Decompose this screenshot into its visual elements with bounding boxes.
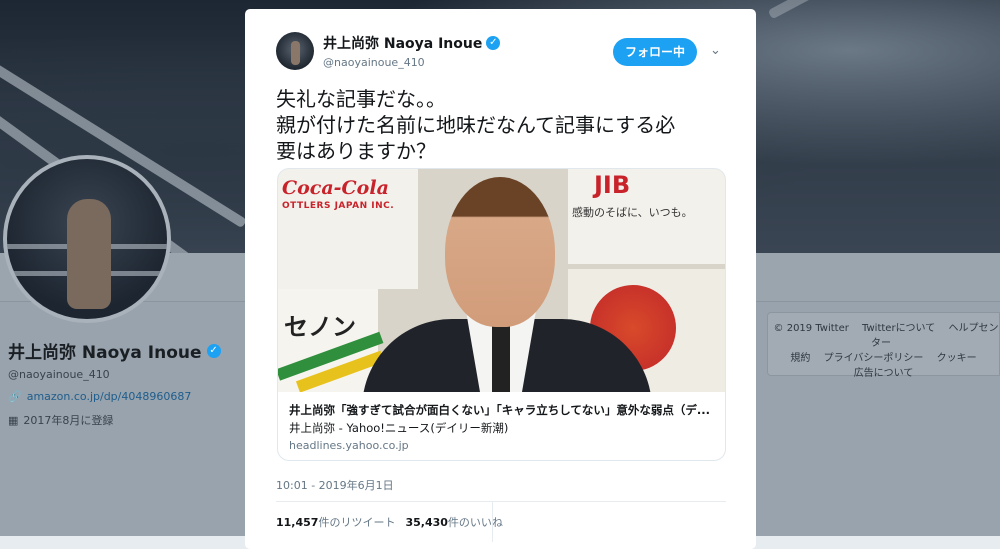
verified-icon: ✓	[486, 36, 500, 50]
tweet-author: 井上尚弥 Naoya Inoue ✓ @naoyainoue_410	[323, 33, 500, 69]
like-count-value: 35,430	[405, 516, 447, 529]
link-preview-description: 井上尚弥 - Yahoo!ニュース(デイリー新潮)	[289, 420, 508, 436]
stats-separator	[492, 502, 493, 542]
profile-avatar[interactable]	[3, 155, 171, 323]
tweet-text-line: 失礼な記事だな。。	[276, 86, 726, 112]
footer-link-privacy[interactable]: プライバシーポリシー	[824, 353, 924, 364]
link-preview-title: 井上尚弥「強すぎて試合が面白くない」「キャラ立ちしてない」意外な弱点（デ...	[289, 402, 714, 418]
link-icon: 🔗	[8, 390, 22, 403]
tweet-text-line: 親が付けた名前に地味だなんて記事にする必	[276, 112, 726, 138]
like-count[interactable]: 35,430件のいいね	[405, 514, 502, 530]
tweet-timestamp[interactable]: 10:01 - 2019年6月1日	[276, 477, 394, 493]
tweet-header: 井上尚弥 Naoya Inoue ✓ @naoyainoue_410	[276, 32, 500, 70]
link-preview-image: Coca-Cola OTTLERS JAPAN INC. JIB 感動のそばに、…	[278, 169, 725, 392]
footer-link-about[interactable]: Twitterについて	[862, 323, 935, 334]
chevron-down-icon[interactable]: ⌄	[710, 43, 721, 58]
profile-joined: 2017年8月に登録	[23, 412, 113, 428]
retweet-count-value: 11,457	[276, 516, 318, 529]
footer-link-terms[interactable]: 規約	[790, 353, 810, 364]
profile-link[interactable]: amazon.co.jp/dp/4048960687	[27, 390, 192, 403]
photo-text-senon: セノン	[284, 307, 356, 342]
tweet-author-name[interactable]: 井上尚弥 Naoya Inoue ✓	[323, 33, 500, 53]
tweet-stats: 11,457件のリツイート 35,430件のいいね	[276, 514, 503, 530]
photo-text-kando: 感動のそばに、いつも。	[572, 204, 693, 220]
footer-copyright: © 2019 Twitter	[774, 323, 849, 334]
tweet-card: 井上尚弥 Naoya Inoue ✓ @naoyainoue_410 フォロー中…	[245, 9, 756, 549]
divider	[276, 501, 726, 502]
profile-joined-row: ▦ 2017年8月に登録	[8, 412, 221, 428]
link-preview-domain: headlines.yahoo.co.jp	[289, 439, 409, 452]
profile-handle: @naoyainoue_410	[8, 368, 221, 381]
tweet-avatar[interactable]	[276, 32, 314, 70]
footer-link-ads[interactable]: 広告について	[854, 368, 914, 379]
profile-info: 井上尚弥 Naoya Inoue ✓ @naoyainoue_410 🔗 ama…	[8, 338, 221, 428]
link-preview-card[interactable]: Coca-Cola OTTLERS JAPAN INC. JIB 感動のそばに、…	[277, 168, 726, 461]
retweet-count-label: 件のリツイート	[318, 516, 395, 529]
photo-text-jib: JIB	[594, 171, 630, 199]
photo-text-bottlers: OTTLERS JAPAN INC.	[282, 201, 394, 211]
following-button[interactable]: フォロー中	[613, 38, 697, 66]
tweet-text: 失礼な記事だな。。 親が付けた名前に地味だなんて記事にする必 要はありますか？	[276, 86, 726, 164]
profile-name-text: 井上尚弥 Naoya Inoue	[8, 338, 202, 363]
footer-links: © 2019 Twitter Twitterについて ヘルプセンター 規約 プラ…	[767, 312, 1000, 376]
verified-icon: ✓	[207, 344, 221, 358]
retweet-count[interactable]: 11,457件のリツイート	[276, 514, 395, 530]
photo-text-coke: Coca-Cola	[282, 177, 389, 199]
tweet-text-line: 要はありますか？	[276, 138, 726, 164]
calendar-icon: ▦	[8, 414, 18, 427]
profile-name: 井上尚弥 Naoya Inoue ✓	[8, 338, 221, 363]
footer-link-cookies[interactable]: クッキー	[937, 353, 977, 364]
like-count-label: 件のいいね	[448, 516, 503, 529]
profile-link-row: 🔗 amazon.co.jp/dp/4048960687	[8, 390, 221, 403]
tweet-author-handle[interactable]: @naoyainoue_410	[323, 56, 500, 69]
tweet-author-name-text: 井上尚弥 Naoya Inoue	[323, 33, 482, 53]
